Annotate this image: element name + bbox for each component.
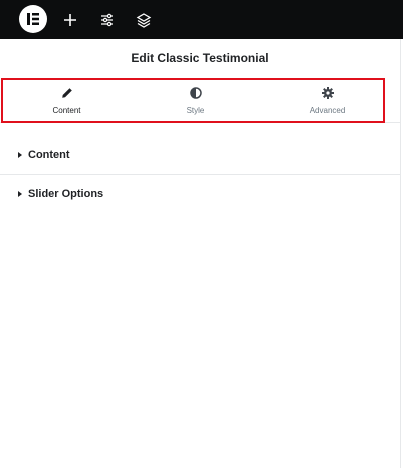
section-slider-options-label: Slider Options: [28, 188, 104, 200]
top-toolbar: [0, 0, 403, 39]
tabs-highlight-box: [1, 78, 385, 123]
caret-right-icon: [18, 191, 22, 197]
panel-edge-divider: [400, 39, 401, 468]
section-content[interactable]: Content: [0, 136, 400, 174]
section-content-label: Content: [28, 149, 70, 161]
section-slider-options[interactable]: Slider Options: [0, 175, 400, 213]
sliders-icon[interactable]: [97, 10, 117, 30]
add-icon[interactable]: [60, 10, 80, 30]
layers-icon[interactable]: [134, 10, 154, 30]
panel-title: Edit Classic Testimonial: [131, 51, 269, 65]
elementor-logo-icon[interactable]: [19, 5, 47, 33]
caret-right-icon: [18, 152, 22, 158]
